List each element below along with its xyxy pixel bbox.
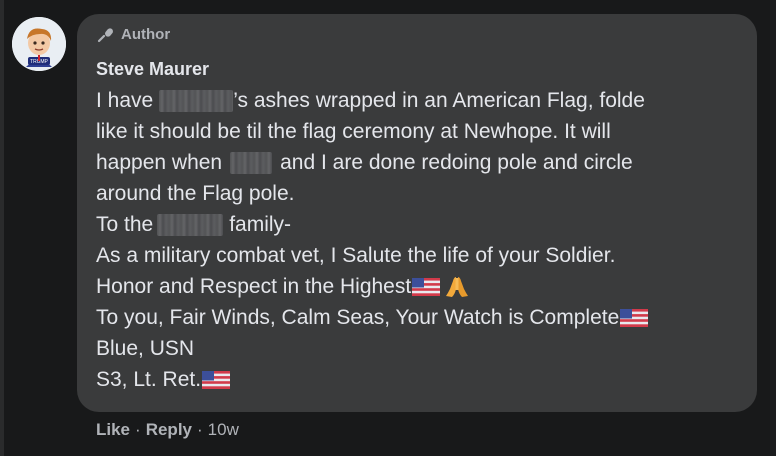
comment-thread: TRUMP Author Steve Maurer I have ’s ashe… xyxy=(0,0,776,456)
timestamp[interactable]: 10w xyxy=(208,420,239,440)
comment-line: To the family- xyxy=(96,209,746,240)
comment-text-segment: like it should be til the flag ceremony … xyxy=(96,120,611,143)
redacted-name xyxy=(159,89,234,112)
separator-dot: · xyxy=(197,420,203,439)
redacted-name xyxy=(230,151,273,174)
profile-cartoon-avatar-icon: TRUMP xyxy=(12,17,66,71)
reply-button[interactable]: Reply xyxy=(146,420,192,440)
author-badge-label: Author xyxy=(121,26,171,43)
comment-text-segment: As a military combat vet, I Salute the l… xyxy=(96,244,616,267)
comment-text-segment: ’s ashes wrapped in an American Flag, fo… xyxy=(233,89,645,112)
us-flag-emoji-icon xyxy=(202,370,231,389)
comment-text-segment: To you, Fair Winds, Calm Seas, Your Watc… xyxy=(96,306,620,329)
comment-line: As a military combat vet, I Salute the l… xyxy=(96,240,746,271)
comment-line: Blue, USN xyxy=(96,333,746,364)
us-flag-emoji-icon xyxy=(412,277,441,296)
author-badge: Author xyxy=(97,26,170,43)
scrollbar-track xyxy=(770,0,776,456)
us-flag-emoji-icon xyxy=(620,308,649,327)
comment-bubble: Author Steve Maurer I have ’s ashes wrap… xyxy=(77,14,757,412)
comment-line: happen when and I are done redoing pole … xyxy=(96,147,746,178)
comment-text-segment: To the xyxy=(96,213,154,236)
comment-text-segment: and I are done redoing pole and circle xyxy=(280,151,633,174)
comment-text-segment: Blue, USN xyxy=(96,337,195,360)
comment-line: like it should be til the flag ceremony … xyxy=(96,116,746,147)
redacted-name xyxy=(157,213,224,236)
folded-hands-emoji-icon xyxy=(444,275,470,299)
comment-line: Honor and Respect in the Highest xyxy=(96,271,746,302)
comment-text: I have ’s ashes wrapped in an American F… xyxy=(96,85,746,395)
comment-text-segment: S3, Lt. Ret. xyxy=(96,368,202,391)
like-button[interactable]: Like xyxy=(96,420,130,440)
comment-text-segment: happen when xyxy=(96,151,223,174)
thread-line xyxy=(0,0,4,456)
comment-text-segment: I have xyxy=(96,89,154,112)
author-name[interactable]: Steve Maurer xyxy=(96,59,209,80)
microphone-icon xyxy=(97,27,113,42)
comment-text-segment: around the Flag pole. xyxy=(96,182,295,205)
comment-text-segment: family- xyxy=(229,213,292,236)
avatar[interactable]: TRUMP xyxy=(12,17,66,71)
comment-line: I have ’s ashes wrapped in an American F… xyxy=(96,85,746,116)
comment-actions: Like · Reply · 10w xyxy=(96,420,239,440)
comment-line: around the Flag pole. xyxy=(96,178,746,209)
comment-text-segment: Honor and Respect in the Highest xyxy=(96,275,412,298)
separator-dot: · xyxy=(135,420,141,439)
comment-line: S3, Lt. Ret. xyxy=(96,364,746,395)
comment-line: To you, Fair Winds, Calm Seas, Your Watc… xyxy=(96,302,746,333)
